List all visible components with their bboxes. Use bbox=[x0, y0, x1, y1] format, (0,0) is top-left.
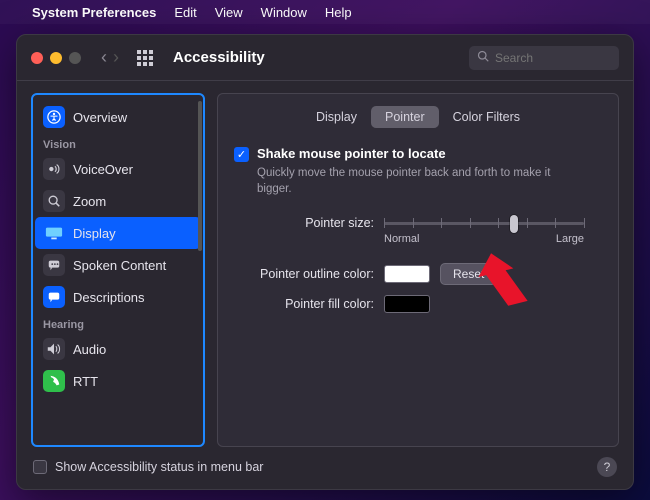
sidebar-header-vision: Vision bbox=[35, 133, 201, 153]
sidebar-item-label: Display bbox=[73, 226, 116, 241]
search-icon bbox=[477, 50, 489, 65]
menubar: System Preferences Edit View Window Help bbox=[0, 0, 650, 24]
shake-to-locate-hint: Quickly move the mouse pointer back and … bbox=[257, 166, 557, 197]
search-input[interactable] bbox=[495, 51, 611, 65]
outline-color-well[interactable] bbox=[384, 265, 430, 283]
fill-color-label: Pointer fill color: bbox=[234, 297, 374, 311]
sidebar-item-label: Spoken Content bbox=[73, 258, 166, 273]
shake-to-locate-label: Shake mouse pointer to locate bbox=[257, 146, 446, 161]
sidebar-item-descriptions[interactable]: Descriptions bbox=[35, 281, 201, 313]
sidebar-item-display[interactable]: Display bbox=[35, 217, 201, 249]
display-icon bbox=[43, 222, 65, 244]
reset-button[interactable]: Reset bbox=[440, 263, 497, 285]
slider-thumb[interactable] bbox=[510, 215, 518, 233]
fill-color-well[interactable] bbox=[384, 295, 430, 313]
app-menu[interactable]: System Preferences bbox=[32, 5, 156, 20]
rtt-icon bbox=[43, 370, 65, 392]
window-title: Accessibility bbox=[173, 49, 265, 66]
pointer-size-slider[interactable] bbox=[384, 215, 584, 231]
tab-display[interactable]: Display bbox=[302, 106, 371, 128]
sidebar-item-label: Descriptions bbox=[73, 290, 145, 305]
status-in-menubar-label: Show Accessibility status in menu bar bbox=[55, 460, 263, 474]
descriptions-icon bbox=[43, 286, 65, 308]
sidebar: Overview Vision VoiceOver Zoom Display S… bbox=[31, 93, 205, 447]
sidebar-item-spoken-content[interactable]: Spoken Content bbox=[35, 249, 201, 281]
nav-buttons: ‹ › bbox=[101, 47, 119, 68]
sidebar-item-audio[interactable]: Audio bbox=[35, 333, 201, 365]
shake-to-locate-checkbox[interactable]: ✓ bbox=[234, 147, 249, 162]
show-all-button[interactable] bbox=[137, 50, 153, 66]
help-button[interactable]: ? bbox=[597, 457, 617, 477]
status-in-menubar-checkbox[interactable] bbox=[33, 460, 47, 474]
menu-help[interactable]: Help bbox=[325, 5, 352, 20]
sidebar-item-label: Zoom bbox=[73, 194, 106, 209]
sidebar-header-hearing: Hearing bbox=[35, 313, 201, 333]
footer: Show Accessibility status in menu bar ? bbox=[17, 447, 633, 489]
menu-edit[interactable]: Edit bbox=[174, 5, 196, 20]
slider-min-label: Normal bbox=[384, 233, 419, 245]
menu-view[interactable]: View bbox=[215, 5, 243, 20]
sidebar-item-label: VoiceOver bbox=[73, 162, 133, 177]
minimize-window-button[interactable] bbox=[50, 52, 62, 64]
accessibility-icon bbox=[43, 106, 65, 128]
voiceover-icon bbox=[43, 158, 65, 180]
sidebar-item-voiceover[interactable]: VoiceOver bbox=[35, 153, 201, 185]
zoom-icon bbox=[43, 190, 65, 212]
tab-pointer[interactable]: Pointer bbox=[371, 106, 439, 128]
sidebar-item-rtt[interactable]: RTT bbox=[35, 365, 201, 397]
close-window-button[interactable] bbox=[31, 52, 43, 64]
titlebar: ‹ › Accessibility bbox=[17, 35, 633, 81]
window-controls bbox=[31, 52, 81, 64]
pointer-size-label: Pointer size: bbox=[234, 216, 374, 230]
tab-bar: Display Pointer Color Filters bbox=[234, 106, 602, 128]
slider-max-label: Large bbox=[556, 233, 584, 245]
zoom-window-button[interactable] bbox=[69, 52, 81, 64]
sidebar-item-label: RTT bbox=[73, 374, 98, 389]
content-panel: Display Pointer Color Filters ✓ Shake mo… bbox=[217, 93, 619, 447]
back-button[interactable]: ‹ bbox=[101, 47, 107, 68]
forward-button[interactable]: › bbox=[113, 47, 119, 68]
sidebar-item-zoom[interactable]: Zoom bbox=[35, 185, 201, 217]
sidebar-item-label: Overview bbox=[73, 110, 127, 125]
audio-icon bbox=[43, 338, 65, 360]
outline-color-label: Pointer outline color: bbox=[234, 267, 374, 281]
tab-color-filters[interactable]: Color Filters bbox=[439, 106, 534, 128]
menu-window[interactable]: Window bbox=[261, 5, 307, 20]
sidebar-item-label: Audio bbox=[73, 342, 106, 357]
spoken-content-icon bbox=[43, 254, 65, 276]
sidebar-item-overview[interactable]: Overview bbox=[35, 101, 201, 133]
preferences-window: ‹ › Accessibility Overview Vision VoiceO… bbox=[16, 34, 634, 490]
search-field[interactable] bbox=[469, 46, 619, 70]
